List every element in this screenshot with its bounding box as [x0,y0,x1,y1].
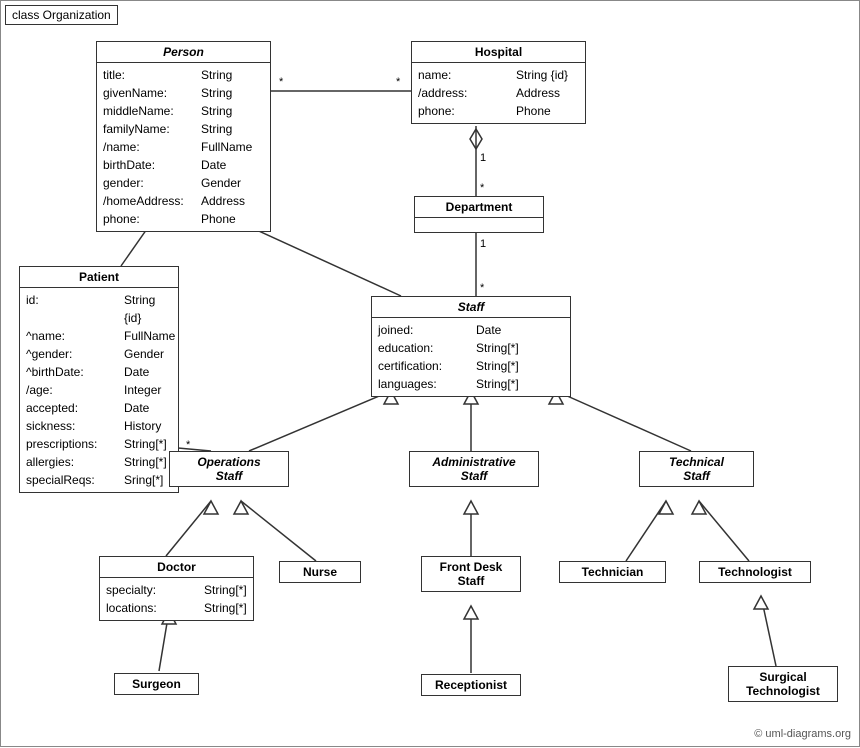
department-title: Department [415,197,543,218]
doctor-attrs: specialty:String[*] locations:String[*] [100,578,253,620]
department-class: Department [414,196,544,233]
person-attrs: title:String givenName:String middleName… [97,63,270,231]
technician-title: Technician [560,562,665,582]
technical-staff-class: TechnicalStaff [639,451,754,487]
uml-diagram: class Organization * * 1 * 1 * * * [0,0,860,747]
copyright-label: © uml-diagrams.org [754,728,851,740]
staff-attrs: joined:Date education:String[*] certific… [372,318,570,396]
nurse-title: Nurse [280,562,360,582]
doctor-title: Doctor [100,557,253,578]
svg-text:*: * [480,182,485,194]
surgeon-title: Surgeon [115,674,198,694]
diagram-title: class Organization [5,5,118,25]
administrative-staff-title: AdministrativeStaff [410,452,538,486]
surgical-technologist-class: SurgicalTechnologist [728,666,838,702]
svg-text:1: 1 [480,238,486,250]
svg-text:*: * [480,282,485,294]
front-desk-staff-class: Front DeskStaff [421,556,521,592]
person-title: Person [97,42,270,63]
operations-staff-title: OperationsStaff [170,452,288,486]
technical-staff-title: TechnicalStaff [640,452,753,486]
front-desk-staff-title: Front DeskStaff [422,557,520,591]
receptionist-title: Receptionist [422,675,520,695]
surgical-technologist-title: SurgicalTechnologist [729,667,837,701]
patient-title: Patient [20,267,178,288]
svg-text:*: * [279,76,284,88]
staff-title: Staff [372,297,570,318]
svg-text:*: * [186,439,191,451]
operations-staff-class: OperationsStaff [169,451,289,487]
staff-class: Staff joined:Date education:String[*] ce… [371,296,571,397]
department-attrs [415,218,543,232]
svg-text:*: * [396,76,401,88]
patient-class: Patient id:String {id} ^name:FullName ^g… [19,266,179,493]
hospital-class: Hospital name:String {id} /address:Addre… [411,41,586,124]
administrative-staff-class: AdministrativeStaff [409,451,539,487]
technologist-title: Technologist [700,562,810,582]
hospital-title: Hospital [412,42,585,63]
technologist-class: Technologist [699,561,811,583]
receptionist-class: Receptionist [421,674,521,696]
nurse-class: Nurse [279,561,361,583]
person-class: Person title:String givenName:String mid… [96,41,271,232]
doctor-class: Doctor specialty:String[*] locations:Str… [99,556,254,621]
svg-text:1: 1 [480,152,486,164]
surgeon-class: Surgeon [114,673,199,695]
patient-attrs: id:String {id} ^name:FullName ^gender:Ge… [20,288,178,492]
technician-class: Technician [559,561,666,583]
hospital-attrs: name:String {id} /address:Address phone:… [412,63,585,123]
